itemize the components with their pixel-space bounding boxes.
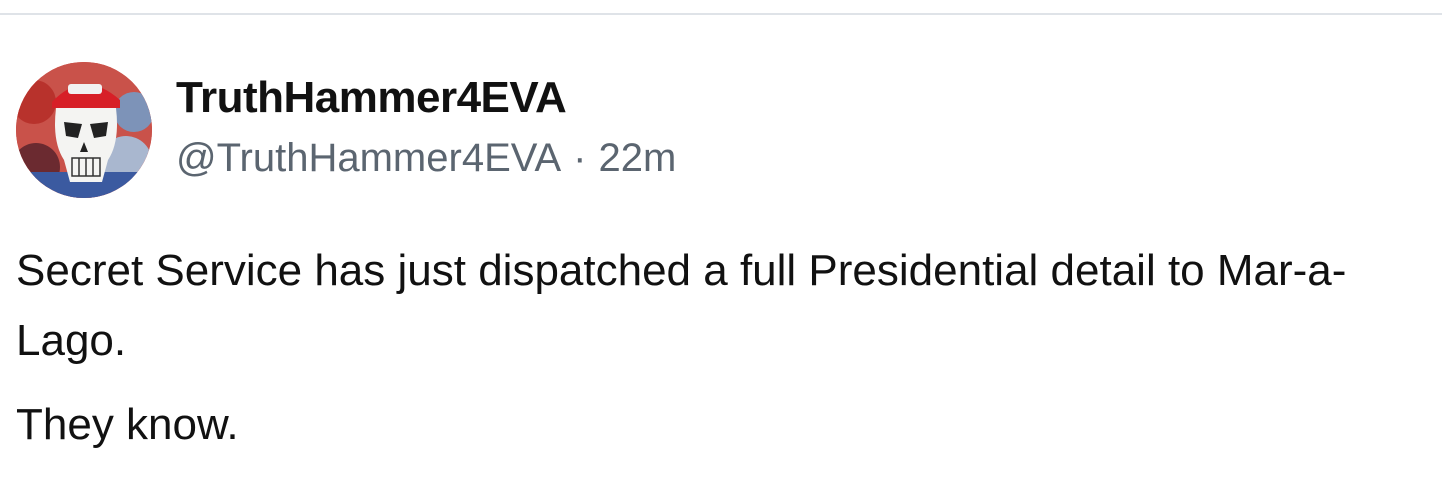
post-meta: @TruthHammer4EVA · 22m [176, 134, 676, 182]
user-handle[interactable]: @TruthHammer4EVA [176, 136, 561, 180]
avatar[interactable] [16, 62, 152, 198]
post-card: TruthHammer4EVA @TruthHammer4EVA · 22m Sec… [0, 0, 1442, 484]
post-paragraph: Secret Service has just dispatched a ful… [16, 246, 1347, 365]
post-paragraph: They know. [16, 400, 239, 449]
display-name[interactable]: TruthHammer4EVA [176, 72, 567, 124]
post-timestamp[interactable]: 22m [598, 136, 676, 180]
punisher-skull-avatar-icon [16, 62, 152, 198]
top-divider [0, 13, 1442, 15]
meta-separator: · [573, 136, 587, 180]
post-body: Secret Service has just dispatched a ful… [16, 236, 1426, 460]
